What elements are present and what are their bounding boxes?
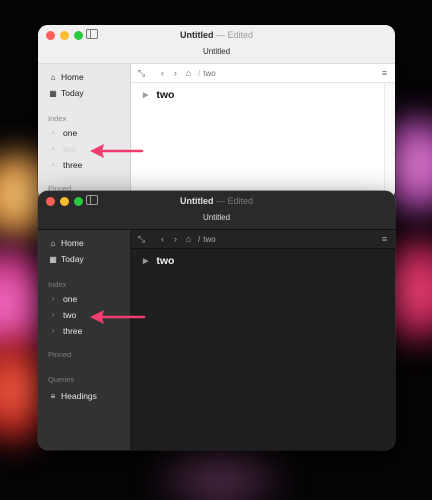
sidebar-item-one[interactable]: › one xyxy=(52,127,77,139)
chevron-right-icon[interactable]: › xyxy=(52,296,60,303)
sidebar: ⌂ Home ▦ Today Index › one › two › three… xyxy=(38,64,131,200)
edited-status: Edited xyxy=(227,30,254,40)
titlebar: Untitled — Edited Untitled xyxy=(38,25,395,64)
edited-status: Edited xyxy=(227,196,254,206)
document-title: Untitled xyxy=(179,196,214,206)
section-header-pinned: Pinned xyxy=(48,350,72,359)
annotation-arrow-icon xyxy=(90,310,146,324)
section-header-index: Index xyxy=(48,280,67,289)
breadcrumb-separator: / xyxy=(198,68,201,78)
editor-content[interactable]: ▶ two xyxy=(131,249,395,450)
section-header-queries: Queries xyxy=(48,375,75,384)
sidebar-item-home[interactable]: ⌂ Home xyxy=(48,71,84,83)
chevron-left-icon[interactable]: ‹ xyxy=(156,68,169,78)
sidebar-item-label: Home xyxy=(61,238,84,248)
sidebar-item-headings[interactable]: ≡ Headings xyxy=(48,390,97,402)
sidebar-item-label: two xyxy=(63,144,77,154)
expand-arrows-icon[interactable]: ⤡ xyxy=(135,234,148,245)
light-mode-window: Untitled — Edited Untitled ⌂ Home ▦ Toda… xyxy=(38,25,395,200)
chevron-right-icon[interactable]: › xyxy=(52,130,60,137)
window-subtitle: Untitled xyxy=(202,213,231,222)
titlebar: Untitled — Edited Untitled xyxy=(38,191,395,230)
sidebar-item-today[interactable]: ▦ Today xyxy=(48,253,84,265)
sidebar-item-label: three xyxy=(63,326,83,336)
chevron-right-icon[interactable]: › xyxy=(169,234,182,244)
sidebar-item-label: two xyxy=(63,310,77,320)
calendar-icon: ▦ xyxy=(49,88,57,98)
sidebar-item-one[interactable]: › one xyxy=(52,293,77,305)
title-separator: — xyxy=(215,196,225,206)
sidebar-item-home[interactable]: ⌂ Home xyxy=(48,237,84,249)
window-title: Untitled — Edited xyxy=(38,29,395,41)
section-header-index: Index xyxy=(48,114,67,123)
house-icon: ⌂ xyxy=(50,238,56,248)
sidebar-item-today[interactable]: ▦ Today xyxy=(48,87,84,99)
window-title: Untitled — Edited xyxy=(38,195,395,207)
sidebar-item-label: one xyxy=(63,128,78,138)
sidebar-item-label: Home xyxy=(61,72,84,82)
scrollbar[interactable] xyxy=(384,83,395,200)
chevron-right-icon[interactable]: › xyxy=(52,312,60,319)
chevron-left-icon[interactable]: ‹ xyxy=(156,234,169,244)
sidebar: ⌂ Home ▦ Today Index › one › two › three… xyxy=(38,230,131,450)
breadcrumb[interactable]: two xyxy=(203,69,215,78)
title-separator: — xyxy=(215,30,225,40)
document-heading[interactable]: ▶ two xyxy=(143,255,174,267)
editor-content[interactable]: ▶ two xyxy=(131,83,395,200)
hamburger-icon[interactable]: ≡ xyxy=(378,68,391,78)
chevron-right-icon[interactable]: › xyxy=(169,68,182,78)
heading-text: two xyxy=(156,89,175,101)
sidebar-item-three[interactable]: › three xyxy=(52,325,82,337)
list-icon: ≡ xyxy=(50,391,56,401)
sidebar-item-label: Headings xyxy=(61,391,97,401)
hamburger-icon[interactable]: ≡ xyxy=(378,234,391,244)
house-icon[interactable]: ⌂ xyxy=(182,234,195,244)
toolbar: ⤡ ‹ › ⌂ / two ≡ xyxy=(131,230,395,249)
document-heading[interactable]: ▶ two xyxy=(143,89,174,101)
disclosure-triangle-icon[interactable]: ▶ xyxy=(143,91,148,99)
toolbar: ⤡ ‹ › ⌂ / two ≡ xyxy=(131,64,395,83)
chevron-right-icon[interactable]: › xyxy=(52,162,60,169)
house-icon[interactable]: ⌂ xyxy=(182,68,195,78)
house-icon: ⌂ xyxy=(50,72,56,82)
disclosure-triangle-icon[interactable]: ▶ xyxy=(143,257,148,265)
calendar-icon: ▦ xyxy=(49,254,57,264)
sidebar-item-two[interactable]: › two xyxy=(52,143,76,155)
annotation-arrow-icon xyxy=(90,144,144,158)
breadcrumb-separator: / xyxy=(198,234,201,244)
window-subtitle: Untitled xyxy=(202,47,231,56)
sidebar-item-label: Today xyxy=(61,88,84,98)
breadcrumb[interactable]: two xyxy=(203,235,215,244)
heading-text: two xyxy=(156,255,175,267)
chevron-right-icon[interactable]: › xyxy=(52,328,60,335)
sidebar-item-label: Today xyxy=(61,254,84,264)
sidebar-item-two[interactable]: › two xyxy=(52,309,76,321)
expand-arrows-icon[interactable]: ⤡ xyxy=(135,68,148,79)
sidebar-item-label: three xyxy=(63,160,83,170)
chevron-right-icon[interactable]: › xyxy=(52,146,60,153)
sidebar-item-label: one xyxy=(63,294,78,304)
sidebar-item-three[interactable]: › three xyxy=(52,159,82,171)
document-title: Untitled xyxy=(179,30,214,40)
